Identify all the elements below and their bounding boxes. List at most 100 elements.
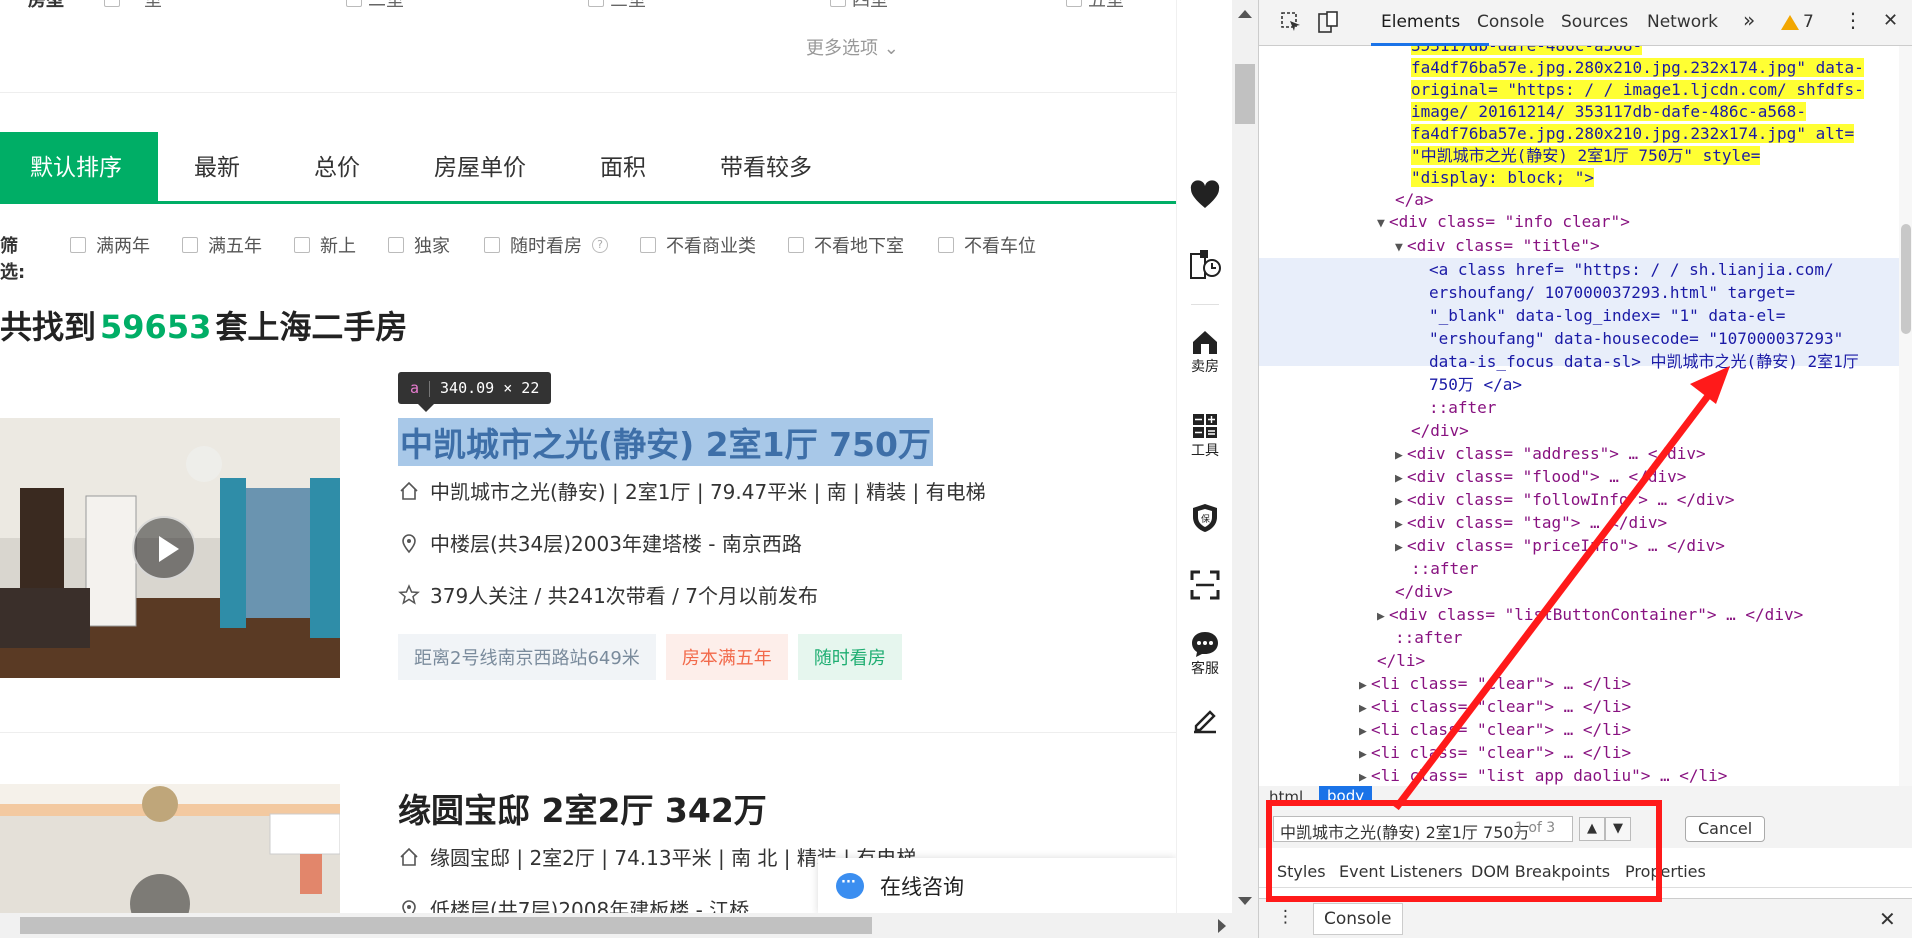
dom-line-selected[interactable]: data-is_focus data-sl> 中凯城市之光(静安) 2室1厅 (1429, 350, 1859, 374)
room-option[interactable]: 三室 (588, 0, 646, 12)
listing-photo[interactable] (0, 418, 340, 678)
checkbox[interactable] (294, 237, 310, 253)
dom-line-selected[interactable]: 750万 </a> (1429, 373, 1522, 397)
customer-service-button[interactable]: 客服 (1177, 630, 1233, 678)
search-cancel-button[interactable]: Cancel (1685, 816, 1766, 842)
checkbox[interactable] (182, 237, 198, 253)
dom-line-selected[interactable]: ershoufang/ 107000037293.html" target= (1429, 281, 1795, 305)
sell-house-button[interactable]: 卖房 (1177, 328, 1233, 376)
filter-option[interactable]: 新上 (294, 232, 356, 258)
question-icon[interactable]: ? (592, 237, 608, 253)
page-horizontal-scrollbar[interactable] (0, 913, 1258, 938)
dom-line[interactable]: ▶ <div class= "priceInfo"> … </div> (1395, 534, 1725, 560)
sort-tab-area[interactable]: 面积 (600, 132, 646, 204)
dom-line[interactable]: image/ 20161214/ 353117db-dafe-486c-a568… (1411, 100, 1806, 124)
checkbox[interactable] (484, 237, 500, 253)
dom-line[interactable]: ▶ <li class= "clear"> … </li> (1359, 695, 1631, 721)
drawer-menu-icon[interactable]: ⋮ (1277, 907, 1294, 927)
dom-line[interactable]: </div> (1411, 419, 1469, 443)
inspect-element-icon[interactable] (1279, 10, 1303, 34)
dom-line[interactable]: fa4df76ba57e.jpg.280x210.jpg.232x174.jpg… (1411, 56, 1864, 80)
more-options-link[interactable]: 更多选项 ⌄ (806, 34, 899, 60)
room-option[interactable]: 二室 (346, 0, 404, 12)
sort-tab-total-price[interactable]: 总价 (314, 132, 360, 204)
dom-line[interactable]: ▶ <div class= "tag"> … </div> (1395, 511, 1667, 537)
tab-console[interactable]: Console (1477, 12, 1545, 32)
room-option[interactable]: 四室 (830, 0, 888, 12)
dom-line[interactable]: ▶ <li class= "clear"> … </li> (1359, 741, 1631, 767)
scrollbar-thumb[interactable] (1901, 224, 1911, 334)
listing-title[interactable]: 缘圆宝邸 2室2厅 342万 (398, 784, 767, 832)
checkbox[interactable] (788, 237, 804, 253)
filter-option[interactable]: 不看地下室 (788, 232, 904, 258)
warnings-counter[interactable]: 7 (1781, 12, 1814, 32)
dom-line[interactable]: ▶ <div class= "followInfo"> … </div> (1395, 488, 1735, 514)
room-option[interactable]: 一室 (104, 0, 162, 12)
sort-tab-unit-price[interactable]: 房屋单价 (434, 132, 526, 204)
checkbox[interactable] (830, 0, 846, 7)
filter-option[interactable]: 随时看房? (484, 232, 608, 258)
dom-line-selected[interactable]: <a class href= "https: / / sh.lianjia.co… (1429, 258, 1834, 282)
dom-line[interactable]: ::after (1411, 557, 1478, 581)
filter-option[interactable]: 不看车位 (938, 232, 1036, 258)
online-consult-button[interactable]: 在线咨询 (818, 858, 1176, 913)
tab-sources[interactable]: Sources (1561, 12, 1628, 32)
dom-line-selected[interactable]: "ershoufang" data-housecode= "1070000372… (1429, 327, 1843, 351)
history-button[interactable] (1177, 248, 1233, 280)
dom-line[interactable]: fa4df76ba57e.jpg.280x210.jpg.232x174.jpg… (1411, 122, 1855, 146)
scroll-down-arrow-icon[interactable] (1238, 897, 1252, 905)
sort-tab-default[interactable]: 默认排序 (0, 132, 158, 204)
listing-photo[interactable] (0, 784, 340, 913)
dom-line[interactable]: </a> (1395, 188, 1434, 212)
checkbox[interactable] (388, 237, 404, 253)
sort-tab-most-viewed[interactable]: 带看较多 (720, 132, 812, 204)
dom-line[interactable]: </div> (1395, 580, 1453, 604)
tools-button[interactable]: 工具 (1177, 412, 1233, 460)
checkbox[interactable] (938, 237, 954, 253)
dom-line[interactable]: ▶ <div class= "flood"> … </div> (1395, 465, 1686, 491)
checkbox[interactable] (588, 0, 604, 7)
filter-option[interactable]: 独家 (388, 232, 450, 258)
kebab-menu-icon[interactable]: ⋮ (1843, 8, 1863, 32)
scrollbar-thumb[interactable] (1235, 64, 1255, 124)
favorite-button[interactable] (1177, 180, 1233, 210)
listing-title[interactable]: 中凯城市之光(静安) 2室1厅 750万 (398, 418, 933, 466)
tab-elements[interactable]: Elements (1381, 12, 1460, 32)
scan-button[interactable] (1177, 570, 1233, 600)
drawer-tab-console[interactable]: Console (1313, 903, 1403, 935)
tab-network[interactable]: Network (1647, 12, 1718, 32)
dom-line[interactable]: ▶ <li class= "list app daoliu"> … </li> (1359, 764, 1727, 786)
scroll-right-arrow-icon[interactable] (1218, 919, 1226, 933)
sort-tab-newest[interactable]: 最新 (194, 132, 240, 204)
dom-line[interactable]: </li> (1377, 649, 1425, 673)
device-toolbar-icon[interactable] (1317, 10, 1341, 34)
filter-option[interactable]: 不看商业类 (640, 232, 756, 258)
checkbox[interactable] (70, 237, 86, 253)
dom-line[interactable]: ::after (1429, 396, 1496, 420)
page-vertical-scrollbar[interactable] (1232, 0, 1258, 913)
dom-line-selected[interactable]: "_blank" data-log_index= "1" data-el= (1429, 304, 1785, 328)
dom-line[interactable]: original= "https: / / image1.ljcdn.com/ … (1411, 78, 1864, 102)
checkbox[interactable] (104, 0, 120, 7)
dom-line[interactable]: ::after (1395, 626, 1462, 650)
insurance-button[interactable]: 保 (1177, 502, 1233, 534)
dom-line[interactable]: ▶ <li class= "clear"> … </li> (1359, 718, 1631, 744)
checkbox[interactable] (1066, 0, 1082, 7)
dom-scrollbar[interactable] (1899, 46, 1912, 786)
more-tabs-icon[interactable]: » (1743, 8, 1755, 32)
filter-option[interactable]: 满五年 (182, 232, 262, 258)
drawer-close-icon[interactable]: ✕ (1879, 907, 1896, 931)
dom-line[interactable]: ▶ <div class= "listButtonContainer"> … </… (1377, 603, 1803, 629)
checkbox[interactable] (640, 237, 656, 253)
checkbox[interactable] (346, 0, 362, 7)
scrollbar-thumb[interactable] (20, 917, 872, 934)
dom-line[interactable]: ▶ <div class= "address"> … </div> (1395, 442, 1706, 468)
feedback-button[interactable] (1177, 704, 1233, 734)
filter-option[interactable]: 满两年 (70, 232, 150, 258)
dom-line[interactable]: ▶ <li class= "clear"> … </li> (1359, 672, 1631, 698)
close-devtools-icon[interactable]: ✕ (1883, 10, 1898, 31)
scroll-up-arrow-icon[interactable] (1238, 10, 1252, 18)
dom-line[interactable]: "中凯城市之光(静安) 2室1厅 750万" style= (1411, 144, 1761, 168)
dom-line[interactable]: ▼ <div class= "info clear"> (1377, 210, 1630, 236)
dom-line[interactable]: ▼ <div class= "title"> (1395, 234, 1600, 260)
